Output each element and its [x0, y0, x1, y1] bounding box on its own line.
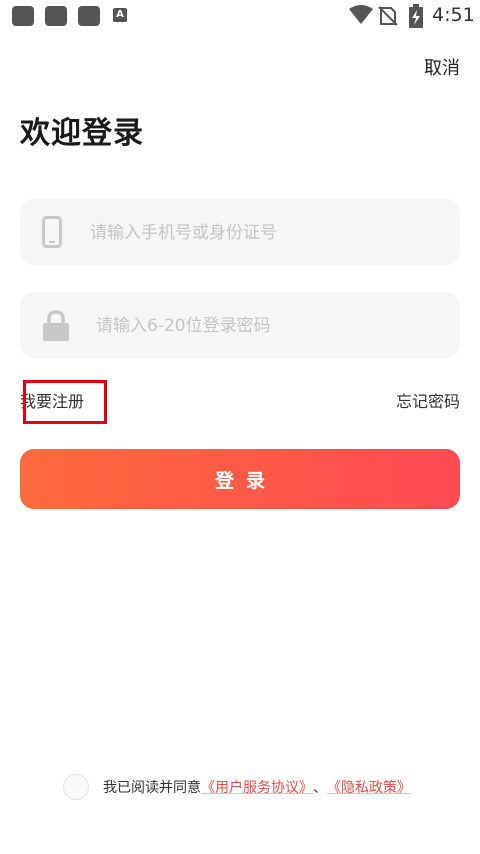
smartphone-icon: [42, 216, 62, 248]
password-input[interactable]: [94, 292, 444, 360]
forgot-password-link[interactable]: 忘记密码: [396, 388, 460, 412]
user-agreement-link[interactable]: 《用户服务协议》: [201, 777, 313, 797]
phone-input[interactable]: [88, 199, 444, 267]
cancel-button[interactable]: 取消: [424, 54, 460, 80]
lock-icon: [43, 310, 69, 341]
highlight-box: [23, 380, 107, 424]
password-field-container: [20, 292, 460, 360]
notification-icon: [12, 6, 34, 26]
privacy-policy-link[interactable]: 《隐私政策》: [327, 777, 411, 797]
login-button[interactable]: 登录: [20, 449, 460, 509]
agreement-separator: 、: [313, 780, 327, 796]
agreement-row: 我已阅读并同意 《用户服务协议》 、 《隐私政策》: [63, 772, 411, 802]
notification-icon: [78, 6, 100, 26]
agree-checkbox[interactable]: [63, 774, 89, 800]
battery-charging-icon: [409, 4, 423, 28]
status-time: 4:51: [432, 4, 475, 26]
status-bar: A 4:51: [0, 0, 480, 34]
wifi-icon: [349, 5, 373, 24]
notification-icon: [45, 6, 67, 26]
agreement-prefix: 我已阅读并同意: [103, 780, 201, 796]
page-title: 欢迎登录: [20, 116, 144, 151]
font-a-icon: A: [113, 8, 127, 22]
phone-field-container: [20, 199, 460, 267]
no-sim-icon: [378, 6, 398, 26]
